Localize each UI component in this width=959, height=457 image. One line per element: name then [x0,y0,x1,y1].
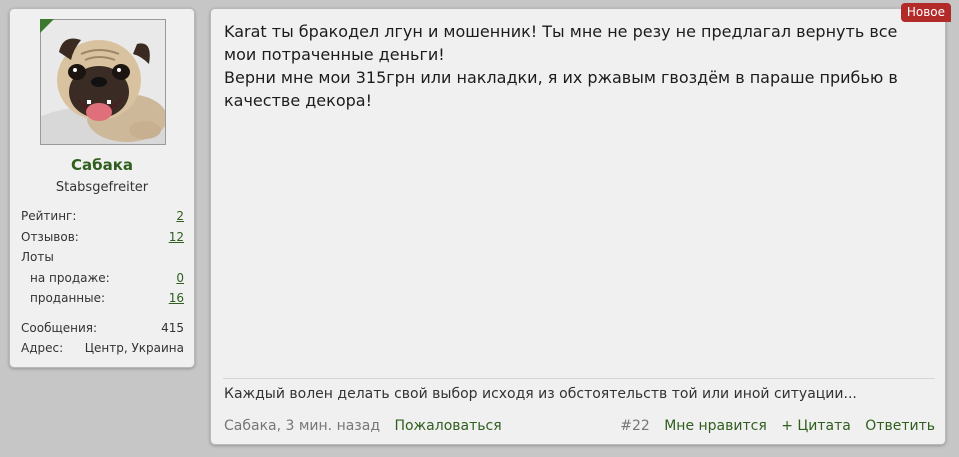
stat-reviews-label: Отзывов: [21,229,79,244]
stat-reviews: Отзывов: 12 [21,227,184,248]
quote-link[interactable]: + Цитата [781,418,851,434]
stat-address-value: Центр, Украина [84,341,184,355]
reply-link[interactable]: Ответить [865,418,935,434]
stat-address: Адрес: Центр, Украина [21,338,184,359]
stat-reviews-value[interactable]: 12 [169,227,184,248]
stat-lots-label: Лоты [21,250,54,264]
stat-sold: проданные: 16 [21,288,184,309]
stat-on-sale: на продаже: 0 [21,268,184,289]
stat-sold-label: проданные: [30,291,106,305]
stat-lots: Лоты [21,247,184,268]
stat-rating: Рейтинг: 2 [21,206,184,227]
stat-messages: Сообщения: 415 [21,318,184,339]
message-line: Верни мне мои 315грн или накладки, я их … [224,68,898,110]
stat-messages-value: 415 [161,320,184,335]
signature: Каждый волен делать свой выбор исходя из… [224,386,857,402]
stat-spacer [21,309,184,318]
stat-rating-label: Рейтинг: [21,209,77,223]
stat-rating-value[interactable]: 2 [176,206,184,227]
user-stats: Рейтинг: 2 Отзывов: 12 Лоты на продаже: … [21,206,184,359]
message-line: Karat ты бракодел лгун и мошенник! Ты мн… [224,22,898,64]
message-footer: Сабака, 3 мин. назад Пожаловаться #22 Мн… [224,418,935,434]
username-link[interactable]: Сабака [10,156,194,174]
message-panel: Новое Karat ты бракодел лгун и мошенник!… [210,3,951,445]
user-title: Stabsgefreiter [55,180,149,195]
stat-sold-value[interactable]: 16 [169,288,184,309]
like-link[interactable]: Мне нравится [664,418,767,434]
stat-address-label: Адрес: [21,341,64,355]
signature-divider [223,378,935,379]
report-link[interactable]: Пожаловаться [394,418,501,434]
stat-on-sale-label: на продаже: [30,270,110,285]
footer-left: Сабака, 3 мин. назад Пожаловаться [224,418,502,434]
post-number-link[interactable]: #22 [620,418,650,434]
avatar[interactable] [40,19,166,145]
stat-messages-label: Сообщения: [21,320,98,335]
pug-avatar-image [41,20,165,144]
stat-on-sale-value[interactable]: 0 [176,268,184,289]
online-indicator [40,19,54,33]
author-date-link[interactable]: Сабака, 3 мин. назад [224,418,380,434]
footer-right: #22 Мне нравится + Цитата Ответить [620,418,935,434]
user-info-panel: Сабака Stabsgefreiter Рейтинг: 2 Отзывов… [9,8,195,368]
message-text: Karat ты бракодел лгун и мошенник! Ты мн… [224,20,934,112]
